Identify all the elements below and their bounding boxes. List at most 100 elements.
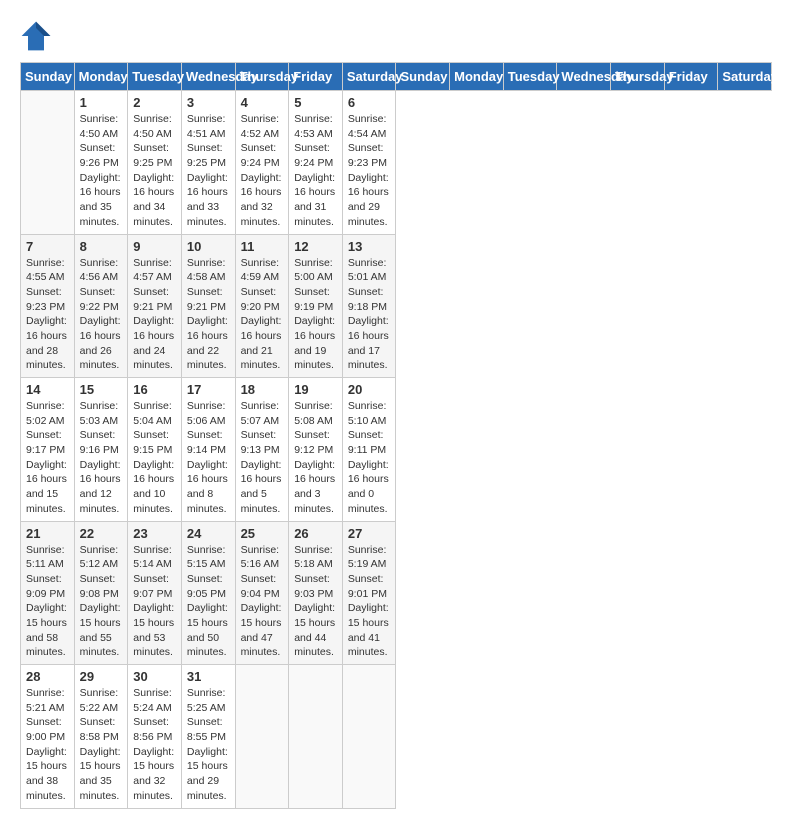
day-cell: 15Sunrise: 5:03 AM Sunset: 9:16 PM Dayli… — [74, 378, 128, 522]
day-cell: 21 Sunrise: 5:11 AM Sunset: 9:09 PM Dayli… — [21, 521, 75, 665]
day-info: Sunrise: 5:18 AM Sunset: 9:03 PM Dayligh… — [294, 543, 337, 661]
day-cell: 17Sunrise: 5:06 AM Sunset: 9:14 PM Dayli… — [181, 378, 235, 522]
day-number: 4 — [241, 95, 284, 110]
day-cell: 22 Sunrise: 5:12 AM Sunset: 9:08 PM Dayli… — [74, 521, 128, 665]
week-row-1: 1Sunrise: 4:50 AM Sunset: 9:26 PM Daylig… — [21, 91, 772, 235]
day-number: 29 — [80, 669, 123, 684]
col-header-tuesday: Tuesday — [128, 63, 182, 91]
day-cell: 5Sunrise: 4:53 AM Sunset: 9:24 PM Daylig… — [289, 91, 343, 235]
day-info: Sunrise: 5:14 AM Sunset: 9:07 PM Dayligh… — [133, 543, 176, 661]
col-header-wednesday: Wednesday — [557, 63, 611, 91]
day-cell — [235, 665, 289, 809]
day-info: Sunrise: 5:10 AM Sunset: 9:11 PM Dayligh… — [348, 399, 391, 517]
day-number: 19 — [294, 382, 337, 397]
day-info: Sunrise: 5:01 AM Sunset: 9:18 PM Dayligh… — [348, 256, 391, 374]
day-cell: 2Sunrise: 4:50 AM Sunset: 9:25 PM Daylig… — [128, 91, 182, 235]
header-row: SundayMondayTuesdayWednesdayThursdayFrid… — [21, 63, 772, 91]
page-header — [20, 20, 772, 52]
day-cell: 20 Sunrise: 5:10 AM Sunset: 9:11 PM Dayli… — [342, 378, 396, 522]
day-info: Sunrise: 4:51 AM Sunset: 9:25 PM Dayligh… — [187, 112, 230, 230]
day-number: 27 — [348, 526, 391, 541]
day-cell: 24Sunrise: 5:15 AM Sunset: 9:05 PM Dayli… — [181, 521, 235, 665]
week-row-2: 7 Sunrise: 4:55 AM Sunset: 9:23 PM Daylig… — [21, 234, 772, 378]
day-cell: 18 Sunrise: 5:07 AM Sunset: 9:13 PM Dayli… — [235, 378, 289, 522]
col-header-friday: Friday — [289, 63, 343, 91]
day-number: 21 — [26, 526, 69, 541]
day-cell: 14Sunrise: 5:02 AM Sunset: 9:17 PM Dayli… — [21, 378, 75, 522]
day-info: Sunrise: 5:00 AM Sunset: 9:19 PM Dayligh… — [294, 256, 337, 374]
col-header-monday: Monday — [450, 63, 504, 91]
day-number: 31 — [187, 669, 230, 684]
col-header-saturday: Saturday — [342, 63, 396, 91]
col-header-sunday: Sunday — [396, 63, 450, 91]
day-number: 22 — [80, 526, 123, 541]
day-info: Sunrise: 5:25 AM Sunset: 8:55 PM Dayligh… — [187, 686, 230, 804]
col-header-tuesday: Tuesday — [503, 63, 557, 91]
day-cell: 16 Sunrise: 5:04 AM Sunset: 9:15 PM Dayli… — [128, 378, 182, 522]
day-cell: 31 Sunrise: 5:25 AM Sunset: 8:55 PM Dayli… — [181, 665, 235, 809]
day-number: 8 — [80, 239, 123, 254]
day-info: Sunrise: 5:02 AM Sunset: 9:17 PM Dayligh… — [26, 399, 69, 517]
day-cell: 23Sunrise: 5:14 AM Sunset: 9:07 PM Dayli… — [128, 521, 182, 665]
day-cell: 29Sunrise: 5:22 AM Sunset: 8:58 PM Dayli… — [74, 665, 128, 809]
day-info: Sunrise: 5:03 AM Sunset: 9:16 PM Dayligh… — [80, 399, 123, 517]
day-number: 25 — [241, 526, 284, 541]
day-cell: 6Sunrise: 4:54 AM Sunset: 9:23 PM Daylig… — [342, 91, 396, 235]
calendar-table: SundayMondayTuesdayWednesdayThursdayFrid… — [20, 62, 772, 809]
day-info: Sunrise: 4:54 AM Sunset: 9:23 PM Dayligh… — [348, 112, 391, 230]
day-info: Sunrise: 5:07 AM Sunset: 9:13 PM Dayligh… — [241, 399, 284, 517]
day-cell: 7 Sunrise: 4:55 AM Sunset: 9:23 PM Daylig… — [21, 234, 75, 378]
day-info: Sunrise: 4:50 AM Sunset: 9:26 PM Dayligh… — [80, 112, 123, 230]
day-info: Sunrise: 5:15 AM Sunset: 9:05 PM Dayligh… — [187, 543, 230, 661]
day-cell: 19 Sunrise: 5:08 AM Sunset: 9:12 PM Dayli… — [289, 378, 343, 522]
day-info: Sunrise: 4:58 AM Sunset: 9:21 PM Dayligh… — [187, 256, 230, 374]
day-info: Sunrise: 5:06 AM Sunset: 9:14 PM Dayligh… — [187, 399, 230, 517]
day-cell: 25Sunrise: 5:16 AM Sunset: 9:04 PM Dayli… — [235, 521, 289, 665]
logo-icon — [20, 20, 52, 52]
day-cell — [289, 665, 343, 809]
col-header-thursday: Thursday — [235, 63, 289, 91]
col-header-sunday: Sunday — [21, 63, 75, 91]
day-info: Sunrise: 5:04 AM Sunset: 9:15 PM Dayligh… — [133, 399, 176, 517]
day-number: 16 — [133, 382, 176, 397]
day-number: 20 — [348, 382, 391, 397]
day-info: Sunrise: 5:11 AM Sunset: 9:09 PM Dayligh… — [26, 543, 69, 661]
day-number: 18 — [241, 382, 284, 397]
day-cell: 12Sunrise: 5:00 AM Sunset: 9:19 PM Dayli… — [289, 234, 343, 378]
week-row-5: 28 Sunrise: 5:21 AM Sunset: 9:00 PM Dayli… — [21, 665, 772, 809]
day-info: Sunrise: 4:53 AM Sunset: 9:24 PM Dayligh… — [294, 112, 337, 230]
day-cell: 9 Sunrise: 4:57 AM Sunset: 9:21 PM Daylig… — [128, 234, 182, 378]
day-cell: 26Sunrise: 5:18 AM Sunset: 9:03 PM Dayli… — [289, 521, 343, 665]
col-header-monday: Monday — [74, 63, 128, 91]
day-cell: 4Sunrise: 4:52 AM Sunset: 9:24 PM Daylig… — [235, 91, 289, 235]
day-number: 2 — [133, 95, 176, 110]
col-header-friday: Friday — [664, 63, 718, 91]
day-cell: 3 Sunrise: 4:51 AM Sunset: 9:25 PM Daylig… — [181, 91, 235, 235]
day-info: Sunrise: 4:55 AM Sunset: 9:23 PM Dayligh… — [26, 256, 69, 374]
day-number: 30 — [133, 669, 176, 684]
day-info: Sunrise: 5:24 AM Sunset: 8:56 PM Dayligh… — [133, 686, 176, 804]
day-cell: 1Sunrise: 4:50 AM Sunset: 9:26 PM Daylig… — [74, 91, 128, 235]
day-cell: 28 Sunrise: 5:21 AM Sunset: 9:00 PM Dayli… — [21, 665, 75, 809]
day-number: 13 — [348, 239, 391, 254]
week-row-3: 14Sunrise: 5:02 AM Sunset: 9:17 PM Dayli… — [21, 378, 772, 522]
col-header-wednesday: Wednesday — [181, 63, 235, 91]
day-cell: 13 Sunrise: 5:01 AM Sunset: 9:18 PM Dayli… — [342, 234, 396, 378]
day-info: Sunrise: 5:12 AM Sunset: 9:08 PM Dayligh… — [80, 543, 123, 661]
day-number: 10 — [187, 239, 230, 254]
day-number: 11 — [241, 239, 284, 254]
col-header-saturday: Saturday — [718, 63, 772, 91]
day-number: 28 — [26, 669, 69, 684]
logo — [20, 20, 56, 52]
day-info: Sunrise: 5:08 AM Sunset: 9:12 PM Dayligh… — [294, 399, 337, 517]
day-number: 7 — [26, 239, 69, 254]
col-header-thursday: Thursday — [611, 63, 665, 91]
week-row-4: 21 Sunrise: 5:11 AM Sunset: 9:09 PM Dayli… — [21, 521, 772, 665]
day-number: 9 — [133, 239, 176, 254]
day-cell: 30 Sunrise: 5:24 AM Sunset: 8:56 PM Dayli… — [128, 665, 182, 809]
day-number: 3 — [187, 95, 230, 110]
day-cell — [342, 665, 396, 809]
day-info: Sunrise: 4:57 AM Sunset: 9:21 PM Dayligh… — [133, 256, 176, 374]
day-cell — [21, 91, 75, 235]
day-info: Sunrise: 5:21 AM Sunset: 9:00 PM Dayligh… — [26, 686, 69, 804]
